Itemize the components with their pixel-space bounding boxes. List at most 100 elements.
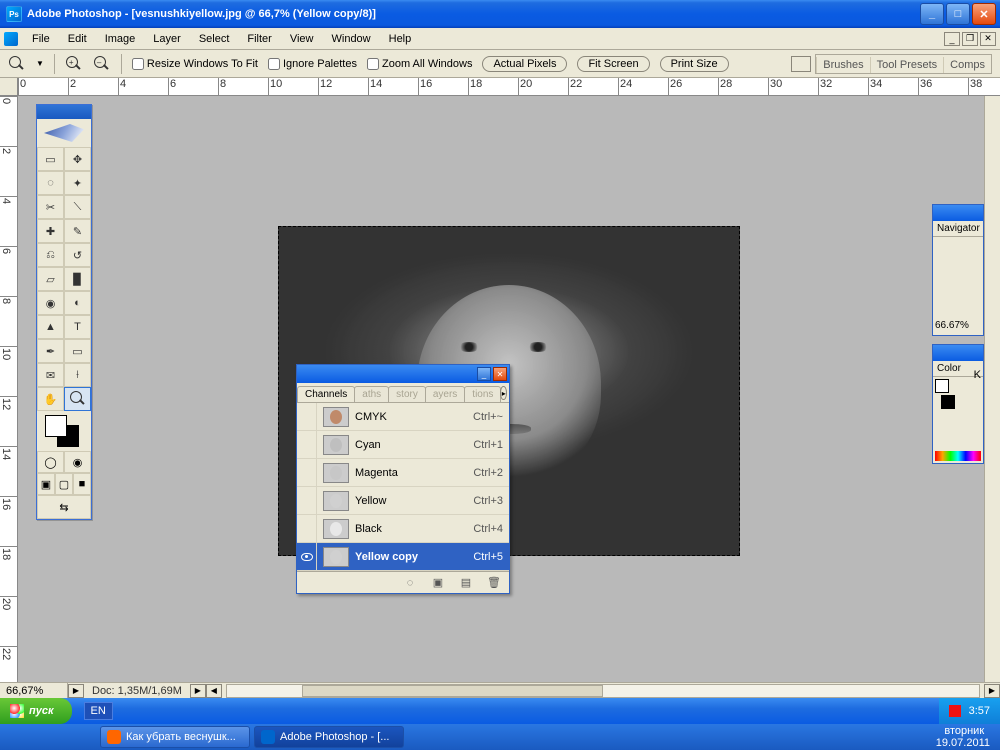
move-tool[interactable]: ✥ <box>64 147 91 171</box>
menu-window[interactable]: Window <box>324 30 379 48</box>
channel-visibility-toggle[interactable] <box>297 431 317 458</box>
quickmask-mode-button[interactable]: ◉ <box>64 451 91 473</box>
navigator-titlebar[interactable] <box>933 205 983 221</box>
resize-windows-checkbox[interactable]: Resize Windows To Fit <box>132 58 258 70</box>
menu-help[interactable]: Help <box>381 30 420 48</box>
panel-close-button[interactable]: ✕ <box>493 367 507 381</box>
ruler-horizontal[interactable]: 02468101214161820222426283032343638 <box>18 78 1000 96</box>
delete-channel-icon[interactable]: 🗑 <box>487 576 501 590</box>
window-maximize-button[interactable]: □ <box>946 3 970 25</box>
taskbar-item-firefox[interactable]: Как убрать веснушк... <box>100 726 250 748</box>
window-close-button[interactable]: ✕ <box>972 3 996 25</box>
screenmode-standard-button[interactable]: ▣ <box>37 473 55 495</box>
dock-tab-brushes[interactable]: Brushes <box>816 57 869 73</box>
channel-row[interactable]: CyanCtrl+1 <box>297 431 509 459</box>
print-size-button[interactable]: Print Size <box>660 56 729 72</box>
marquee-tool[interactable]: ▭ <box>37 147 64 171</box>
hscroll-right-button[interactable]: ▶ <box>984 684 1000 698</box>
gradient-tool[interactable]: ▉ <box>64 267 91 291</box>
panel-minimize-button[interactable]: _ <box>477 367 491 381</box>
menu-file[interactable]: File <box>24 30 58 48</box>
menu-layer[interactable]: Layer <box>145 30 189 48</box>
screenmode-full-menubar-button[interactable]: ▢ <box>55 473 73 495</box>
path-selection-tool[interactable]: ▲ <box>37 315 64 339</box>
panel-titlebar[interactable]: _ ✕ <box>297 365 509 383</box>
standard-mode-button[interactable]: ◯ <box>37 451 64 473</box>
color-bg-swatch[interactable] <box>941 395 955 409</box>
status-doc-size[interactable]: Doc: 1,35M/1,69M <box>84 685 190 697</box>
load-selection-icon[interactable]: ◌ <box>403 576 417 590</box>
pen-tool[interactable]: ✒ <box>37 339 64 363</box>
menu-select[interactable]: Select <box>191 30 238 48</box>
channel-row[interactable]: MagentaCtrl+2 <box>297 459 509 487</box>
taskbar-date-block[interactable]: вторник 19.07.2011 <box>926 725 1000 749</box>
zoom-all-windows-checkbox[interactable]: Zoom All Windows <box>367 58 472 70</box>
channel-row[interactable]: YellowCtrl+3 <box>297 487 509 515</box>
tray-antivirus-icon[interactable] <box>949 705 961 717</box>
actual-pixels-button[interactable]: Actual Pixels <box>482 56 567 72</box>
tab-layers[interactable]: ayers <box>425 386 465 402</box>
toolbox-titlebar[interactable] <box>37 105 91 119</box>
palette-well-toggle-icon[interactable] <box>791 56 811 72</box>
channel-row[interactable]: CMYKCtrl+~ <box>297 403 509 431</box>
slice-tool[interactable]: ⟍ <box>64 195 91 219</box>
jump-to-imageready-button[interactable]: ⇆ <box>37 495 91 519</box>
screenmode-full-button[interactable]: ■ <box>73 473 91 495</box>
status-info-arrow[interactable]: ▶ <box>190 684 206 698</box>
zoom-tool[interactable] <box>64 387 91 411</box>
status-menu-arrow[interactable]: ▶ <box>68 684 84 698</box>
language-indicator[interactable]: EN <box>84 702 113 720</box>
blur-tool[interactable]: ◉ <box>37 291 64 315</box>
hscroll-left-button[interactable]: ◀ <box>206 684 222 698</box>
start-button[interactable]: пуск <box>0 698 72 724</box>
channel-visibility-toggle[interactable] <box>297 403 317 430</box>
panel-menu-button[interactable]: ▸ <box>500 386 507 400</box>
channel-row[interactable]: BlackCtrl+4 <box>297 515 509 543</box>
channel-row[interactable]: Yellow copyCtrl+5 <box>297 543 509 571</box>
hand-tool[interactable]: ✋ <box>37 387 64 411</box>
zoom-out-icon[interactable]: – <box>93 55 111 73</box>
menu-filter[interactable]: Filter <box>239 30 279 48</box>
canvas-area[interactable]: ▭ ✥ ◌ ✦ ✂ ⟍ ✚ ✎ ⎌ ↺ ▱ ▉ ◉ ◐ ▲ T ✒ ▭ ✉ ⟊ <box>18 96 984 682</box>
color-panel[interactable]: Color K <box>932 344 984 464</box>
ruler-origin[interactable] <box>0 78 18 96</box>
menu-edit[interactable]: Edit <box>60 30 95 48</box>
shape-tool[interactable]: ▭ <box>64 339 91 363</box>
channel-visibility-toggle[interactable] <box>297 459 317 486</box>
taskbar-item-photoshop[interactable]: Adobe Photoshop - [... <box>254 726 404 748</box>
color-fg-swatch[interactable] <box>935 379 949 393</box>
mdi-minimize-button[interactable]: _ <box>944 32 960 46</box>
history-brush-tool[interactable]: ↺ <box>64 243 91 267</box>
ignore-palettes-checkbox[interactable]: Ignore Palettes <box>268 58 357 70</box>
save-selection-icon[interactable]: ▣ <box>431 576 445 590</box>
mdi-restore-button[interactable]: ❐ <box>962 32 978 46</box>
hscroll-thumb[interactable] <box>302 685 603 697</box>
notes-tool[interactable]: ✉ <box>37 363 64 387</box>
vertical-scrollbar[interactable] <box>984 96 1000 682</box>
zoom-in-icon[interactable]: + <box>65 55 83 73</box>
eraser-tool[interactable]: ▱ <box>37 267 64 291</box>
dodge-tool[interactable]: ◐ <box>64 291 91 315</box>
ruler-vertical[interactable]: 02468101214161820222426 <box>0 96 18 682</box>
status-zoom-readout[interactable]: 66,67% <box>0 683 68 698</box>
dock-tab-tool-presets[interactable]: Tool Presets <box>870 57 944 73</box>
horizontal-scrollbar[interactable] <box>226 684 980 698</box>
navigator-tab[interactable]: Navigator <box>933 221 983 237</box>
eyedropper-tool[interactable]: ⟊ <box>64 363 91 387</box>
tab-actions[interactable]: tions <box>464 386 501 402</box>
channel-visibility-toggle[interactable] <box>297 543 317 570</box>
brush-tool[interactable]: ✎ <box>64 219 91 243</box>
toolbox-panel[interactable]: ▭ ✥ ◌ ✦ ✂ ⟍ ✚ ✎ ⎌ ↺ ▱ ▉ ◉ ◐ ▲ T ✒ ▭ ✉ ⟊ <box>36 104 92 520</box>
clone-stamp-tool[interactable]: ⎌ <box>37 243 64 267</box>
dock-tab-comps[interactable]: Comps <box>943 57 991 73</box>
type-tool[interactable]: T <box>64 315 91 339</box>
color-titlebar[interactable] <box>933 345 983 361</box>
channel-visibility-toggle[interactable] <box>297 515 317 542</box>
navigator-panel[interactable]: Navigator 66.67% <box>932 204 984 336</box>
healing-brush-tool[interactable]: ✚ <box>37 219 64 243</box>
foreground-color-swatch[interactable] <box>45 415 67 437</box>
tab-paths[interactable]: aths <box>354 386 389 402</box>
fit-screen-button[interactable]: Fit Screen <box>577 56 649 72</box>
menu-image[interactable]: Image <box>97 30 144 48</box>
window-minimize-button[interactable]: _ <box>920 3 944 25</box>
